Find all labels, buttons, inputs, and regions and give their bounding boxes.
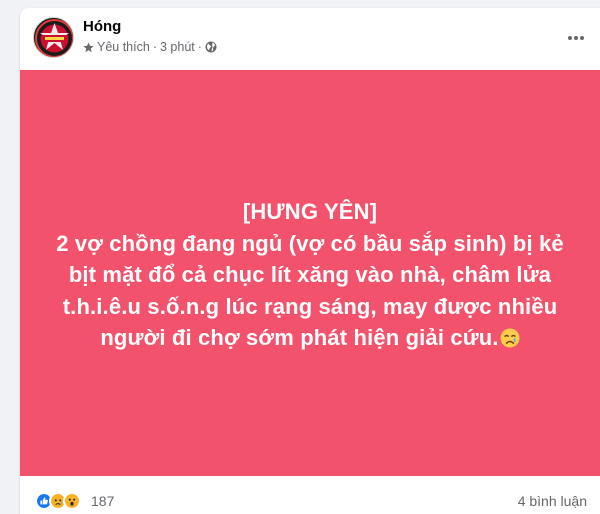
banner-line-3: bịt mặt đổ cả chục lít xăng vào nhà, châ… [68,262,552,287]
reactions-summary[interactable]: 187 [35,492,114,510]
favorite-label: Yêu thích [97,40,150,54]
banner-line-2: 2 vợ chồng đang ngủ (vợ có bầu sắp sinh)… [56,230,564,256]
avatar-logo-icon [34,18,73,57]
meta-separator-2: · [197,40,202,54]
meta-separator: · [152,40,157,54]
post-card: Hóng Yêu thích · 3 phút · [HƯNG YÊN] 2 v… [20,8,600,514]
post-meta: Yêu thích · 3 phút · [83,40,217,54]
banner-text: [HƯNG YÊN] 2 vợ chồng đang ngủ (vợ có bầ… [40,196,580,354]
author-avatar[interactable] [33,17,74,58]
post-header: Hóng Yêu thích · 3 phút · [20,8,600,70]
more-options-icon [568,36,584,40]
comment-count-link[interactable]: 4 bình luận [518,493,587,509]
post-footer: 187 4 bình luận [20,476,600,514]
star-icon [83,42,94,52]
banner-line-5-wrap: người đi chợ sớm phát hiện giải cứu. [40,322,580,354]
banner-line-5: người đi chợ sớm phát hiện giải cứu. [100,325,499,350]
post-time[interactable]: 3 phút [160,40,195,54]
author-name[interactable]: Hóng [83,18,121,35]
banner-line-1: [HƯNG YÊN] [242,199,378,224]
banner-line-4: t.h.i.ê.u s.ố.n.g lúc rạng sáng, may đượ… [62,293,558,319]
globe-icon[interactable] [205,41,217,53]
wow-reaction-icon [63,492,81,510]
crying-face-emoji [500,325,520,348]
reaction-count: 187 [91,493,115,509]
post-text-banner[interactable]: [HƯNG YÊN] 2 vợ chồng đang ngủ (vợ có bầ… [20,70,600,476]
more-options-button[interactable] [564,26,588,50]
